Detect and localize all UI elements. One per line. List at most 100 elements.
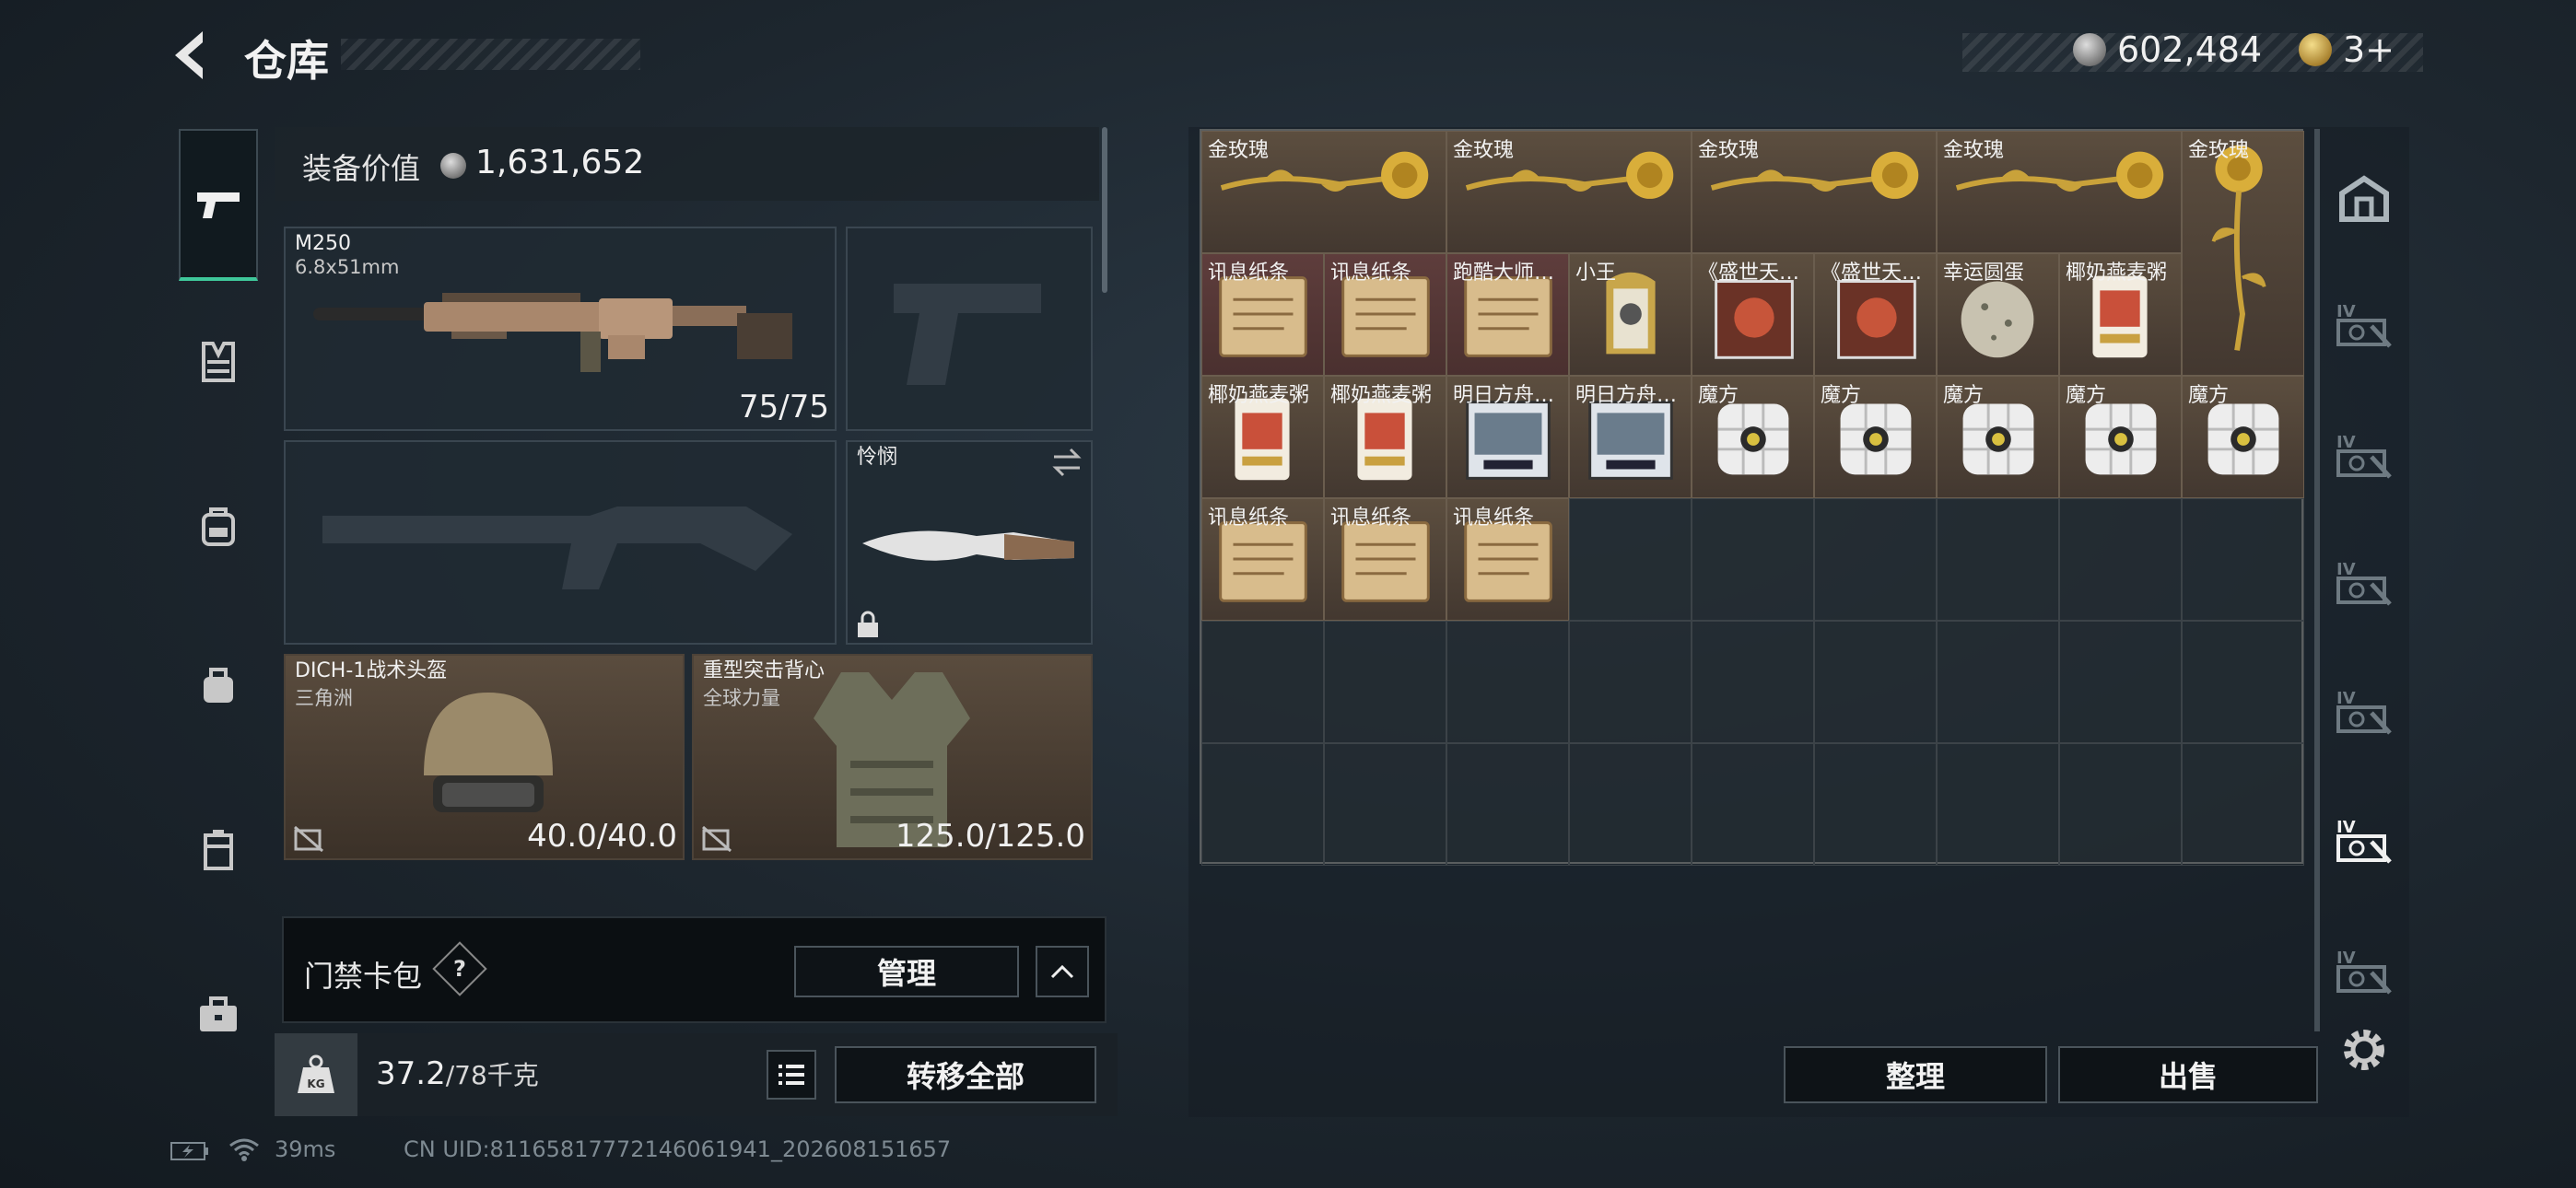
- stash-item[interactable]: 讯息纸条: [1201, 498, 1324, 621]
- stash-tab-case[interactable]: IV: [2331, 939, 2397, 1006]
- stash-item-name: 讯息纸条: [1453, 507, 1535, 530]
- grid-cell[interactable]: [1201, 743, 1324, 866]
- help-icon[interactable]: ?: [432, 941, 487, 996]
- stash-tab-home[interactable]: [2331, 166, 2397, 232]
- access-card-label: 门禁卡包: [304, 959, 423, 994]
- ping-text: 39ms: [275, 1136, 336, 1162]
- stash-item[interactable]: 讯息纸条: [1201, 253, 1324, 376]
- grid-cell[interactable]: [1937, 498, 2059, 621]
- nav-weapons[interactable]: [179, 129, 258, 281]
- stash-item[interactable]: 魔方: [1692, 376, 1814, 498]
- stash-item[interactable]: 椰奶燕麦粥: [2059, 253, 2182, 376]
- stash-item[interactable]: 讯息纸条: [1324, 498, 1446, 621]
- svg-text:IV: IV: [2336, 689, 2356, 708]
- grid-cell[interactable]: [2182, 498, 2304, 621]
- stash-tab-case[interactable]: IV: [2331, 293, 2397, 359]
- stash-tab-case[interactable]: IV: [2331, 551, 2397, 617]
- grid-cell[interactable]: [1569, 743, 1692, 866]
- grid-cell[interactable]: [1692, 743, 1814, 866]
- grid-cell[interactable]: [2059, 621, 2182, 743]
- gear-icon[interactable]: [2338, 1024, 2390, 1076]
- stash-item-name: 椰奶燕麦粥: [1330, 384, 1433, 407]
- grid-cell[interactable]: [1814, 621, 1937, 743]
- stash-item[interactable]: 魔方: [2059, 376, 2182, 498]
- grid-cell[interactable]: [1324, 743, 1446, 866]
- grid-cell[interactable]: [1937, 621, 2059, 743]
- collapse-button[interactable]: [1036, 946, 1089, 997]
- stash-item[interactable]: 椰奶燕麦粥: [1324, 376, 1446, 498]
- stash-item[interactable]: 讯息纸条: [1446, 498, 1569, 621]
- back-button[interactable]: [166, 26, 221, 85]
- stash-item[interactable]: 魔方: [1814, 376, 1937, 498]
- melee-slot[interactable]: 怜悯: [846, 440, 1093, 645]
- organize-button[interactable]: 整理: [1784, 1046, 2047, 1103]
- stash-tab-case[interactable]: IV: [2331, 424, 2397, 490]
- stash-tab-case[interactable]: IV: [2331, 809, 2397, 875]
- grid-cell[interactable]: [1201, 621, 1324, 743]
- equipment-scrollbar[interactable]: [1102, 127, 1107, 293]
- uid-text: CN UID:81165817772146061941_202608151657: [404, 1136, 952, 1162]
- grid-cell[interactable]: [1569, 621, 1692, 743]
- stash-item[interactable]: 魔方: [2182, 376, 2304, 498]
- grid-cell[interactable]: [2059, 498, 2182, 621]
- grid-cell[interactable]: [2182, 743, 2304, 866]
- helmet-slot[interactable]: DICH-1战术头盔 三角洲 40.0/40.0: [284, 654, 685, 860]
- nav-briefcase[interactable]: [179, 974, 258, 1054]
- stash-item[interactable]: 金玫瑰: [1201, 131, 1446, 253]
- stash-item[interactable]: 小王: [1569, 253, 1692, 376]
- primary-weapon-slot[interactable]: M250 6.8x51mm 75/75: [284, 227, 837, 431]
- transfer-all-button[interactable]: 转移全部: [835, 1046, 1096, 1103]
- nav-backpack[interactable]: [179, 486, 258, 565]
- svg-text:IV: IV: [2336, 302, 2356, 321]
- stash-item-name: 金玫瑰: [1943, 139, 2005, 162]
- stash-item[interactable]: 金玫瑰: [1692, 131, 1937, 253]
- stash-item[interactable]: 金玫瑰: [2182, 131, 2304, 376]
- armor-slot[interactable]: 重型突击背心 全球力量 125.0/125.0: [692, 654, 1093, 860]
- list-button[interactable]: [767, 1050, 816, 1100]
- grid-cell[interactable]: [1446, 743, 1569, 866]
- stash-tab-case[interactable]: IV: [2331, 680, 2397, 746]
- helmet-brand: 三角洲: [295, 687, 353, 709]
- grid-cell[interactable]: [1692, 498, 1814, 621]
- grid-cell[interactable]: [1814, 498, 1937, 621]
- stash-item[interactable]: 金玫瑰: [1446, 131, 1692, 253]
- nav-case[interactable]: [179, 810, 258, 890]
- stash-item[interactable]: 明日方舟…: [1446, 376, 1569, 498]
- stash-item-name: 魔方: [1698, 384, 1739, 407]
- grid-cell[interactable]: [1937, 743, 2059, 866]
- stash-item[interactable]: 讯息纸条: [1324, 253, 1446, 376]
- stash-item[interactable]: 椰奶燕麦粥: [1201, 376, 1324, 498]
- grid-cell[interactable]: [1569, 498, 1692, 621]
- stash-grid: 金玫瑰 金玫瑰 金玫瑰 金玫瑰 金玫瑰 讯息纸条 讯息纸条 跑酷大师… 小王 《盛世天… 《盛世天……: [1200, 129, 2304, 866]
- manage-button[interactable]: 管理: [794, 946, 1019, 997]
- grid-cell[interactable]: [2182, 621, 2304, 743]
- swap-icon[interactable]: [1050, 446, 1083, 479]
- gold-currency[interactable]: 3+: [2299, 29, 2395, 70]
- stash-item[interactable]: 魔方: [1937, 376, 2059, 498]
- weight-max: /78千克: [445, 1060, 539, 1090]
- nav-armor[interactable]: [179, 322, 258, 402]
- back-arrow-icon: [175, 31, 203, 79]
- secondary-weapon-slot[interactable]: [846, 227, 1093, 431]
- stash-item[interactable]: 跑酷大师…: [1446, 253, 1569, 376]
- equipment-panel: 装备价值 1,631,652 M250 6.8x51mm 75/75 怜悯 DI…: [275, 127, 1099, 891]
- stash-item[interactable]: 《盛世天…: [1814, 253, 1937, 376]
- equipment-value-header: 装备价值 1,631,652: [275, 127, 1099, 201]
- grid-cell[interactable]: [1814, 743, 1937, 866]
- grid-cell[interactable]: [2059, 743, 2182, 866]
- stash-item-name: 魔方: [2066, 384, 2107, 407]
- secondary-primary-slot[interactable]: [284, 440, 837, 645]
- stash-item[interactable]: 金玫瑰: [1937, 131, 2182, 253]
- weapon-ammo: 75/75: [739, 389, 829, 425]
- svg-text:IV: IV: [2336, 560, 2356, 579]
- grid-cell[interactable]: [1446, 621, 1569, 743]
- stash-item[interactable]: 明日方舟…: [1569, 376, 1692, 498]
- grid-cell[interactable]: [1324, 621, 1446, 743]
- nav-chest-rig[interactable]: [179, 645, 258, 724]
- stash-item[interactable]: 《盛世天…: [1692, 253, 1814, 376]
- armor-durability: 125.0/125.0: [895, 818, 1085, 855]
- grid-cell[interactable]: [1692, 621, 1814, 743]
- sell-button[interactable]: 出售: [2058, 1046, 2318, 1103]
- case-iv-icon: IV: [2336, 302, 2392, 348]
- stash-item[interactable]: 幸运圆蛋: [1937, 253, 2059, 376]
